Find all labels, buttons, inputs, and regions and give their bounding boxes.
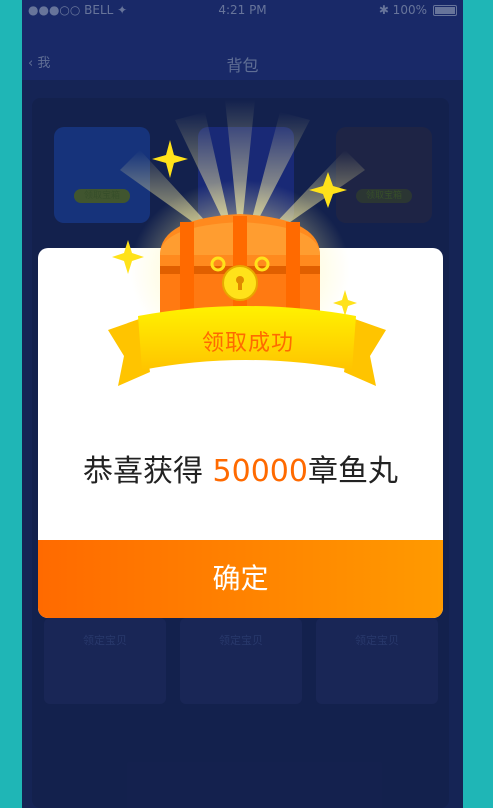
reward-amount: 50000 [212,454,308,489]
message-prefix: 恭喜获得 [83,454,213,489]
confirm-button[interactable]: 确定 [38,540,443,618]
message-suffix: 章鱼丸 [307,454,398,489]
reward-modal: 恭喜获得 50000章鱼丸 确定 [38,248,443,618]
phone-screen: ●●●○○ BELL ✦ 4:21 PM ✱ 100% ‹ 我 背包 领取宝箱 … [22,0,463,808]
reward-message: 恭喜获得 50000章鱼丸 [38,446,443,490]
ribbon-title: 领取成功 [201,331,294,356]
